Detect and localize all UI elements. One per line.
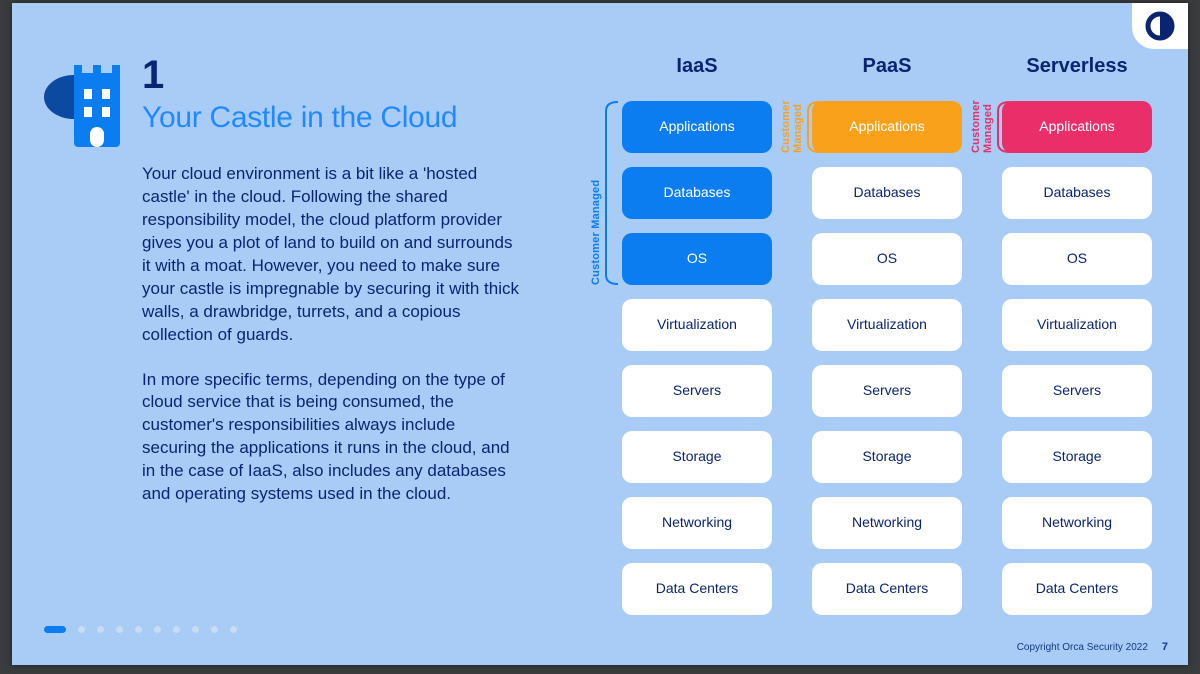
layer-cell: Networking: [622, 497, 772, 549]
pagination-dot[interactable]: [135, 626, 142, 633]
layer-cell: Data Centers: [1002, 563, 1152, 615]
customer-managed-bracket: Customer Managed: [590, 101, 618, 285]
paragraph-1: Your cloud environment is a bit like a '…: [142, 163, 522, 347]
layer-stack: Applications Databases OS Virtualization Ser…: [622, 101, 772, 615]
pagination-dot[interactable]: [44, 626, 66, 633]
layer-cell: Servers: [812, 365, 962, 417]
slide-page: 1 Your Castle in the Cloud Your cloud en…: [12, 3, 1188, 665]
body-text: Your cloud environment is a bit like a '…: [142, 163, 522, 506]
layer-stack: Applications Databases OS Virtualization Ser…: [812, 101, 962, 615]
layer-cell: OS: [622, 233, 772, 285]
model-grid: IaaS Customer Managed Applications Database…: [622, 55, 1152, 615]
pagination-dot[interactable]: [230, 626, 237, 633]
column-title: IaaS: [622, 55, 772, 77]
orca-logo-icon: [1145, 11, 1175, 41]
customer-managed-bracket: Customer Managed: [970, 101, 1010, 153]
layer-stack: Applications Databases OS Virtualization Ser…: [1002, 101, 1152, 615]
pagination-dots: [44, 626, 237, 633]
bracket-icon: [806, 101, 820, 153]
layer-cell: OS: [812, 233, 962, 285]
layer-cell: Storage: [622, 431, 772, 483]
layer-cell: Data Centers: [622, 563, 772, 615]
customer-managed-label: Customer Managed: [590, 101, 602, 285]
customer-managed-bracket: Customer Managed: [780, 101, 820, 153]
customer-managed-label: Customer Managed: [780, 101, 804, 153]
left-content: 1 Your Castle in the Cloud Your cloud en…: [42, 55, 522, 528]
layer-cell: Applications: [622, 101, 772, 153]
pagination-dot[interactable]: [192, 626, 199, 633]
page-title: Your Castle in the Cloud: [142, 101, 522, 135]
layer-cell: Applications: [1002, 101, 1152, 153]
layer-cell: Storage: [812, 431, 962, 483]
layer-cell: Virtualization: [812, 299, 962, 351]
layer-cell: Virtualization: [1002, 299, 1152, 351]
pagination-dot[interactable]: [154, 626, 161, 633]
column-paas: PaaSCustomer ManagedApplicationsDatabase…: [812, 55, 962, 615]
page-number: 7: [1162, 641, 1168, 653]
column-serverless: ServerlessCustomer ManagedApplicationsDa…: [1002, 55, 1152, 615]
bracket-icon: [996, 101, 1010, 153]
layer-cell: Networking: [812, 497, 962, 549]
layer-cell: Storage: [1002, 431, 1152, 483]
layer-cell: Databases: [812, 167, 962, 219]
layer-cell: Networking: [1002, 497, 1152, 549]
layer-cell: Databases: [622, 167, 772, 219]
layer-cell: Databases: [1002, 167, 1152, 219]
column-iaas: IaaSCustomer ManagedApplicationsDatabase…: [622, 55, 772, 615]
layer-cell: Virtualization: [622, 299, 772, 351]
paragraph-2: In more specific terms, depending on the…: [142, 369, 522, 507]
layer-cell: Servers: [622, 365, 772, 417]
pagination-dot[interactable]: [173, 626, 180, 633]
customer-managed-label: Customer Managed: [970, 101, 994, 153]
logo-badge: [1132, 3, 1188, 49]
layer-cell: Applications: [812, 101, 962, 153]
pagination-dot[interactable]: [116, 626, 123, 633]
pagination-dot[interactable]: [78, 626, 85, 633]
column-title: PaaS: [812, 55, 962, 77]
footer: Copyright Orca Security 2022 7: [1017, 641, 1168, 653]
pagination-dot[interactable]: [211, 626, 218, 633]
section-number: 1: [142, 55, 522, 95]
layer-cell: Servers: [1002, 365, 1152, 417]
bracket-icon: [604, 101, 618, 285]
layer-cell: OS: [1002, 233, 1152, 285]
column-title: Serverless: [1002, 55, 1152, 77]
layer-cell: Data Centers: [812, 563, 962, 615]
copyright-text: Copyright Orca Security 2022: [1017, 642, 1148, 653]
castle-cloud-icon: [42, 55, 132, 160]
pagination-dot[interactable]: [97, 626, 104, 633]
